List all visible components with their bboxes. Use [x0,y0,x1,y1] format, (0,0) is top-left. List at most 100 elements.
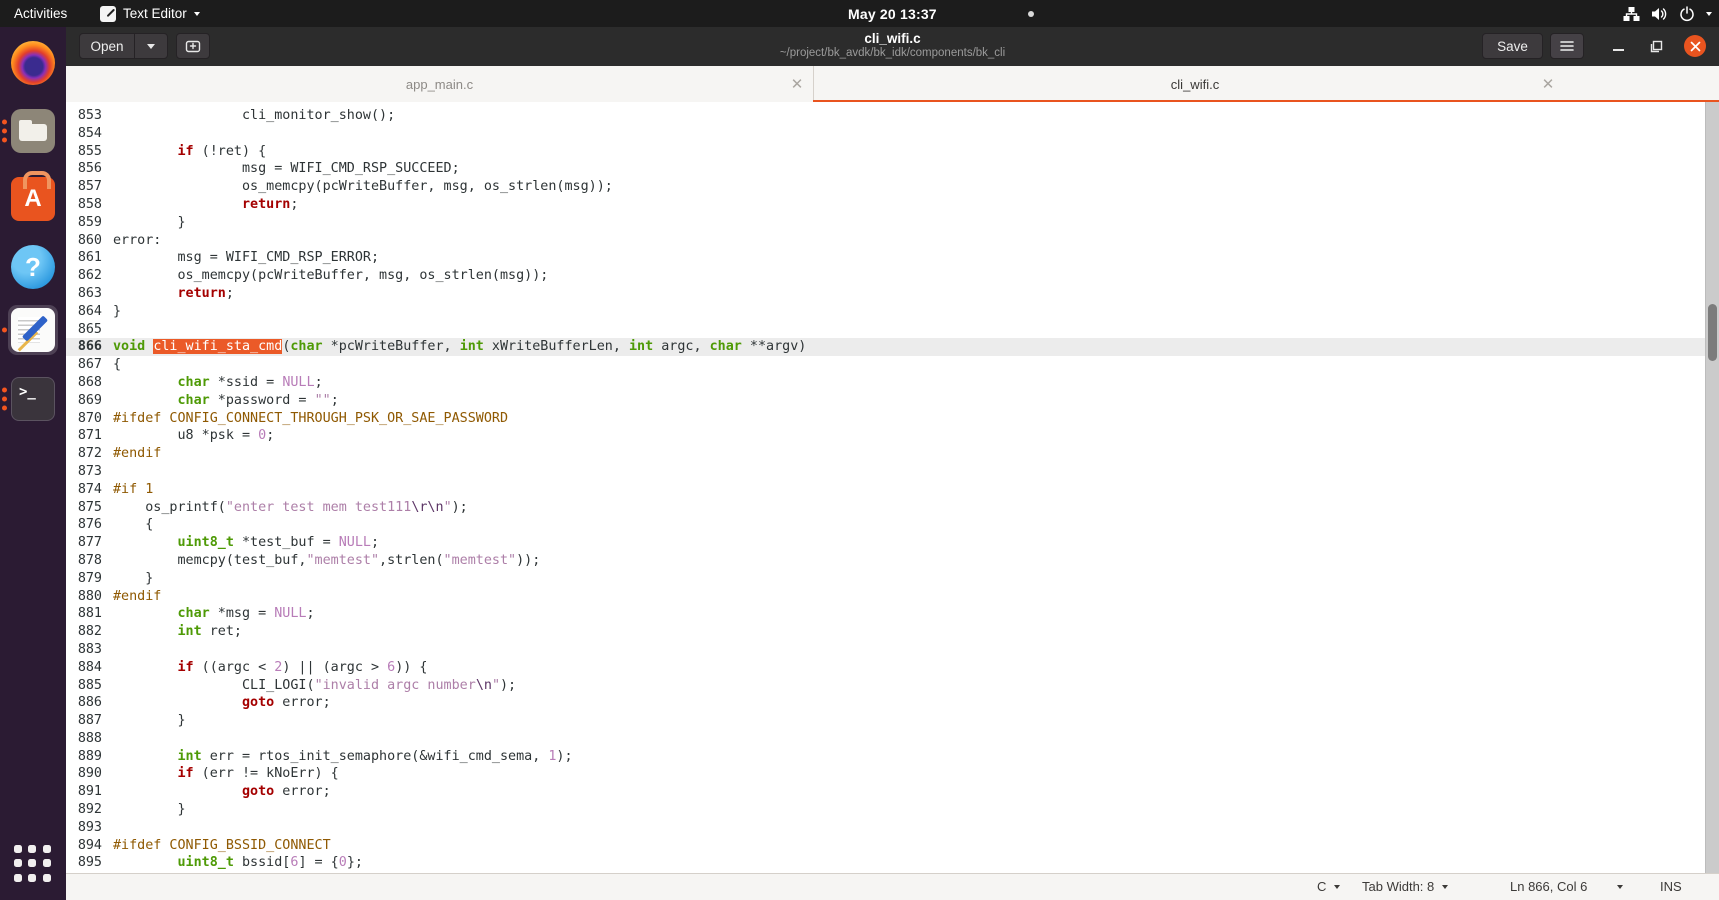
tab-width-label: Tab Width: 8 [1362,879,1434,894]
language-selector[interactable]: C [1317,874,1340,899]
code-text: } [107,801,186,819]
open-button-label: Open [90,39,123,54]
code-line[interactable]: 857 os_memcpy(pcWriteBuffer, msg, os_str… [66,178,1719,196]
code-line[interactable]: 873 [66,463,1719,481]
code-line[interactable]: 888 [66,730,1719,748]
activities-button[interactable]: Activities [14,0,67,27]
code-line[interactable]: 858 return; [66,196,1719,214]
code-text: #ifdef CONFIG_BSSID_CONNECT [107,837,331,855]
restore-button[interactable] [1644,27,1668,66]
code-line[interactable]: 882 int ret; [66,623,1719,641]
line-number: 877 [66,534,107,552]
line-number: 860 [66,232,107,250]
network-icon [1623,6,1640,22]
code-line[interactable]: 880#endif [66,588,1719,606]
code-line[interactable]: 874#if 1 [66,481,1719,499]
code-line[interactable]: 876 { [66,516,1719,534]
files-launcher[interactable] [8,106,58,156]
code-line[interactable]: 865 [66,321,1719,339]
code-line[interactable]: 884 if ((argc < 2) || (argc > 6)) { [66,659,1719,677]
code-line[interactable]: 853 cli_monitor_show(); [66,107,1719,125]
selected-text: cli_wifi_sta_cmd [153,339,282,354]
code-line[interactable]: 887 } [66,712,1719,730]
help-launcher[interactable]: ? [8,242,58,292]
code-line[interactable]: 881 char *msg = NULL; [66,605,1719,623]
ubuntu-software-launcher[interactable]: A [8,174,58,224]
code-line[interactable]: 870#ifdef CONFIG_CONNECT_THROUGH_PSK_OR_… [66,410,1719,428]
line-number: 881 [66,605,107,623]
open-button[interactable]: Open [79,33,135,59]
terminal-launcher[interactable]: >_ [8,374,58,424]
code-line[interactable]: 878 memcpy(test_buf,"memtest",strlen("me… [66,552,1719,570]
code-line[interactable]: 868 char *ssid = NULL; [66,374,1719,392]
code-line[interactable]: 895 uint8_t bssid[6] = {0}; [66,854,1719,872]
scrollbar[interactable] [1705,102,1719,874]
new-document-button[interactable] [176,33,210,59]
show-applications-button[interactable] [14,845,52,883]
code-line[interactable]: 859 } [66,214,1719,232]
code-line[interactable]: 883 [66,641,1719,659]
line-number: 889 [66,748,107,766]
code-line[interactable]: 886 goto error; [66,694,1719,712]
code-line[interactable]: 860error: [66,232,1719,250]
clock[interactable]: May 20 13:37 [848,0,937,27]
tab-cli-wifi[interactable]: cli_wifi.c ✕ [813,66,1719,102]
code-line[interactable]: 854 [66,125,1719,143]
hamburger-menu-button[interactable] [1550,33,1584,59]
text-editor-launcher[interactable] [8,305,58,355]
close-button[interactable] [1684,35,1706,57]
code-line[interactable]: 862 os_memcpy(pcWriteBuffer, msg, os_str… [66,267,1719,285]
save-button[interactable]: Save [1482,33,1543,59]
open-dropdown-button[interactable] [134,33,168,59]
tab-close-icon[interactable]: ✕ [1539,75,1557,93]
tab-width-selector[interactable]: Tab Width: 8 [1362,874,1448,899]
tab-app-main[interactable]: app_main.c ✕ [66,66,814,102]
code-line[interactable]: 893 [66,819,1719,837]
minimize-button[interactable] [1606,27,1630,66]
app-menu[interactable]: Text Editor [100,0,200,27]
close-icon [1690,41,1701,52]
line-number: 895 [66,854,107,872]
line-number: 884 [66,659,107,677]
code-line[interactable]: 892 } [66,801,1719,819]
tab-close-icon[interactable]: ✕ [788,75,806,93]
code-line[interactable]: 890 if (err != kNoErr) { [66,765,1719,783]
code-line[interactable]: 856 msg = WIFI_CMD_RSP_SUCCEED; [66,160,1719,178]
code-line[interactable]: 861 msg = WIFI_CMD_RSP_ERROR; [66,249,1719,267]
cursor-position[interactable]: Ln 866, Col 6 [1510,874,1587,899]
code-line[interactable]: 877 uint8_t *test_buf = NULL; [66,534,1719,552]
firefox-launcher[interactable] [8,38,58,88]
code-line[interactable]: 889 int err = rtos_init_semaphore(&wifi_… [66,748,1719,766]
code-editor[interactable]: 853 cli_monitor_show();854855 if (!ret) … [66,102,1719,874]
code-text [107,730,113,748]
code-line[interactable]: 891 goto error; [66,783,1719,801]
code-line[interactable]: 872#endif [66,445,1719,463]
insert-mode-indicator[interactable]: INS [1660,874,1682,899]
code-text: char *password = ""; [107,392,339,410]
code-text: } [107,303,121,321]
goto-line-dropdown[interactable] [1617,874,1623,899]
code-line[interactable]: 875 os_printf("enter test mem test111\r\… [66,499,1719,517]
code-text: char *msg = NULL; [107,605,315,623]
code-line[interactable]: 879 } [66,570,1719,588]
code-text: int err = rtos_init_semaphore(&wifi_cmd_… [107,748,573,766]
code-line[interactable]: 867{ [66,356,1719,374]
line-number: 858 [66,196,107,214]
code-text: os_printf("enter test mem test111\r\n"); [107,499,468,517]
code-line[interactable]: 871 u8 *psk = 0; [66,427,1719,445]
code-line[interactable]: 855 if (!ret) { [66,143,1719,161]
scrollbar-thumb[interactable] [1708,304,1717,361]
code-text: #ifdef CONFIG_CONNECT_THROUGH_PSK_OR_SAE… [107,410,508,428]
power-icon [1679,6,1695,22]
code-line[interactable]: 885 CLI_LOGI("invalid argc number\n"); [66,677,1719,695]
code-text: return; [107,196,298,214]
code-line[interactable]: 864} [66,303,1719,321]
code-text: if ((argc < 2) || (argc > 6)) { [107,659,427,677]
system-status-area[interactable] [1623,0,1712,27]
code-line[interactable]: 894#ifdef CONFIG_BSSID_CONNECT [66,837,1719,855]
line-number: 861 [66,249,107,267]
code-line[interactable]: 869 char *password = ""; [66,392,1719,410]
chevron-down-icon [1334,885,1340,892]
code-line[interactable]: 866void cli_wifi_sta_cmd(char *pcWriteBu… [66,338,1719,356]
code-line[interactable]: 863 return; [66,285,1719,303]
